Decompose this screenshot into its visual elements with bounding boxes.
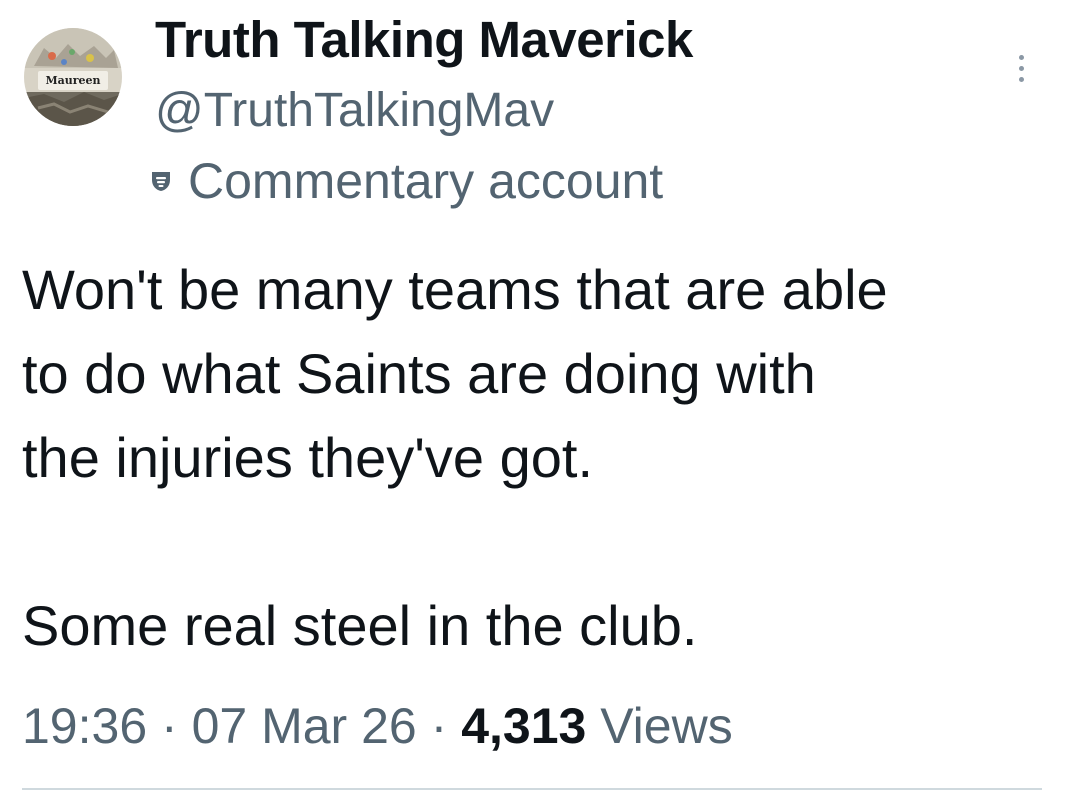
commentary-badge[interactable]: Commentary account [148, 153, 663, 209]
dot [1018, 54, 1024, 60]
theater-mask-icon [148, 168, 174, 194]
dot [1018, 76, 1024, 82]
badge-label: Commentary account [188, 153, 664, 209]
avatar[interactable]: Maureen [24, 28, 122, 126]
tweet-paragraph: Won't be many teams that are able to do … [22, 258, 888, 489]
tweet-date[interactable]: 07 Mar 26 [192, 698, 417, 754]
tweet-text: Won't be many teams that are able to do … [22, 248, 1042, 668]
avatar-label: Maureen [38, 71, 108, 90]
dot [1018, 65, 1024, 71]
more-options-icon[interactable] [1006, 48, 1036, 88]
tweet-meta: 19:36 · 07 Mar 26 · 4,313 Views [22, 696, 733, 756]
author-handle[interactable]: @TruthTalkingMav [155, 83, 554, 139]
meta-separator: · [430, 698, 448, 754]
views-count[interactable]: 4,313 [461, 698, 586, 754]
tweet-paragraph: Some real steel in the club. [22, 594, 698, 657]
meta-separator: · [161, 698, 178, 754]
views-label: Views [600, 698, 733, 754]
author-display-name[interactable]: Truth Talking Maverick [155, 10, 693, 70]
divider [22, 788, 1042, 790]
tweet-time[interactable]: 19:36 [22, 698, 147, 754]
